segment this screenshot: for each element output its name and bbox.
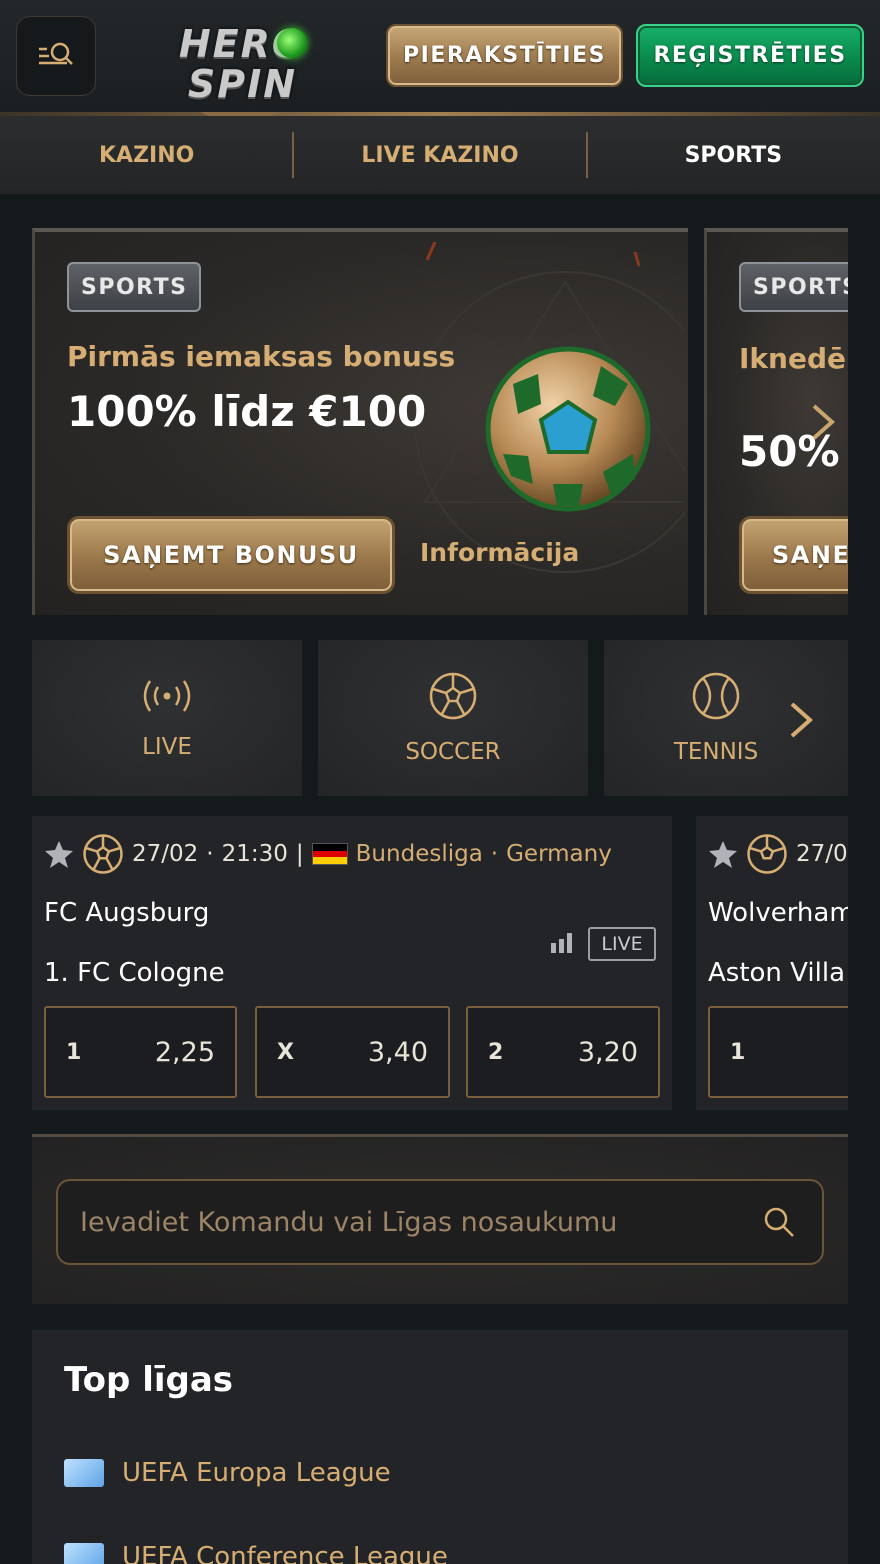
match-date: 27/02 — [796, 841, 848, 867]
germany-flag-icon — [311, 843, 348, 865]
soccer-ball-icon — [429, 672, 477, 720]
globe-flag-icon — [64, 1459, 104, 1487]
match-card[interactable]: 27/02 Wolverhampton Aston Villa 1 4, — [696, 816, 848, 1110]
promo-badge-sports: SPORTS — [739, 262, 848, 312]
meta-dot: · — [206, 841, 214, 867]
nav-separator — [292, 132, 294, 178]
logo-text-bottom: SPIN — [187, 62, 298, 106]
league-label: UEFA Europa League — [122, 1458, 391, 1488]
odd-label: X — [277, 1039, 294, 1065]
search-input[interactable] — [80, 1206, 762, 1238]
search-panel — [32, 1134, 848, 1304]
stats-bars-icon[interactable] — [551, 933, 575, 953]
match-date: 27/02 — [132, 841, 199, 867]
search-field[interactable] — [56, 1179, 824, 1265]
nav-separator — [586, 132, 588, 178]
live-broadcast-icon — [143, 680, 191, 712]
sport-tile-label: LIVE — [142, 734, 192, 760]
odd-label: 1 — [730, 1039, 746, 1065]
claim-bonus-button[interactable]: SAŅEMT BONUSU — [67, 516, 395, 594]
odd-label: 1 — [66, 1039, 82, 1065]
league-item[interactable]: UEFA Conference League — [64, 1542, 448, 1564]
odd-button-home[interactable]: 1 4, — [708, 1006, 848, 1098]
nav-live-kazino[interactable]: LIVE KAZINO — [293, 116, 586, 194]
league-label: UEFA Conference League — [122, 1542, 448, 1564]
soccer-ball-icon — [747, 834, 787, 874]
promo-info-link[interactable]: Informācija — [420, 538, 579, 567]
search-icon[interactable] — [762, 1205, 796, 1239]
odd-button-away[interactable]: 2 3,20 — [466, 1006, 660, 1098]
promo-amount: 100% līdz €100 — [67, 387, 427, 436]
claim-bonus-button[interactable]: SAŅEMT BONUSU — [739, 516, 848, 594]
promo-title: Iknedēļas bonuss — [739, 342, 848, 375]
favorite-star-icon[interactable] — [708, 839, 738, 869]
soccer-ball-icon — [485, 346, 651, 512]
main-nav: KAZINO LIVE KAZINO SPORTS — [0, 116, 880, 194]
header: HERO SPIN PIERAKSTĪTIES REĢISTRĒTIES — [0, 0, 880, 115]
league-item[interactable]: UEFA Europa League — [64, 1458, 391, 1488]
odd-value: 3,20 — [577, 1036, 638, 1068]
promo-next-arrow-icon[interactable] — [808, 402, 838, 442]
match-country: Germany — [506, 841, 612, 867]
sport-tile-label: SOCCER — [405, 739, 501, 765]
odd-value: 3,40 — [367, 1036, 428, 1068]
tennis-ball-icon — [692, 672, 740, 720]
promo-card-first-deposit[interactable]: SPORTS Pirmās iemaksas bonuss 100% līdz … — [32, 228, 688, 615]
match-time: 21:30 — [221, 841, 288, 867]
odd-button-draw[interactable]: X 3,40 — [255, 1006, 450, 1098]
sport-tile-content: TENNIS — [674, 671, 758, 765]
logo-gem-icon — [277, 28, 307, 58]
promo-badge-sports: SPORTS — [67, 262, 202, 312]
away-team: 1. FC Cologne — [44, 958, 225, 988]
home-team: Wolverhampton — [708, 898, 848, 928]
menu-search-button[interactable] — [16, 16, 96, 96]
favorite-star-icon[interactable] — [44, 839, 74, 869]
sport-tile-live[interactable]: LIVE — [32, 640, 302, 796]
match-league[interactable]: Bundesliga — [356, 841, 483, 867]
globe-flag-icon — [64, 1543, 104, 1564]
match-meta: 27/02 · 21:30 | Bundesliga · Germany — [44, 834, 612, 874]
nav-kazino[interactable]: KAZINO — [0, 116, 293, 194]
top-leagues-title: Top līgas — [64, 1360, 234, 1400]
odd-value: 2,25 — [154, 1036, 215, 1068]
home-team: FC Augsburg — [44, 898, 210, 928]
away-team: Aston Villa — [708, 958, 845, 988]
nav-sports[interactable]: SPORTS — [587, 116, 880, 194]
register-button[interactable]: REĢISTRĒTIES — [636, 24, 864, 87]
top-leagues-panel: Top līgas UEFA Europa League UEFA Confer… — [32, 1330, 848, 1564]
match-card[interactable]: 27/02 · 21:30 | Bundesliga · Germany FC … — [32, 816, 672, 1110]
odd-button-home[interactable]: 1 2,25 — [44, 1006, 237, 1098]
sport-tile-soccer[interactable]: SOCCER — [318, 640, 588, 796]
match-meta: 27/02 — [708, 834, 848, 874]
sports-next-arrow-icon[interactable] — [786, 700, 816, 740]
soccer-ball-icon — [83, 834, 123, 874]
odd-label: 2 — [488, 1039, 504, 1065]
promo-title: Pirmās iemaksas bonuss — [67, 340, 456, 373]
menu-search-icon — [39, 42, 73, 65]
meta-separator: | — [295, 841, 304, 867]
login-button[interactable]: PIERAKSTĪTIES — [386, 24, 623, 87]
sport-tile-label: TENNIS — [673, 739, 759, 765]
live-badge: LIVE — [588, 927, 656, 961]
meta-dot: · — [490, 841, 499, 867]
